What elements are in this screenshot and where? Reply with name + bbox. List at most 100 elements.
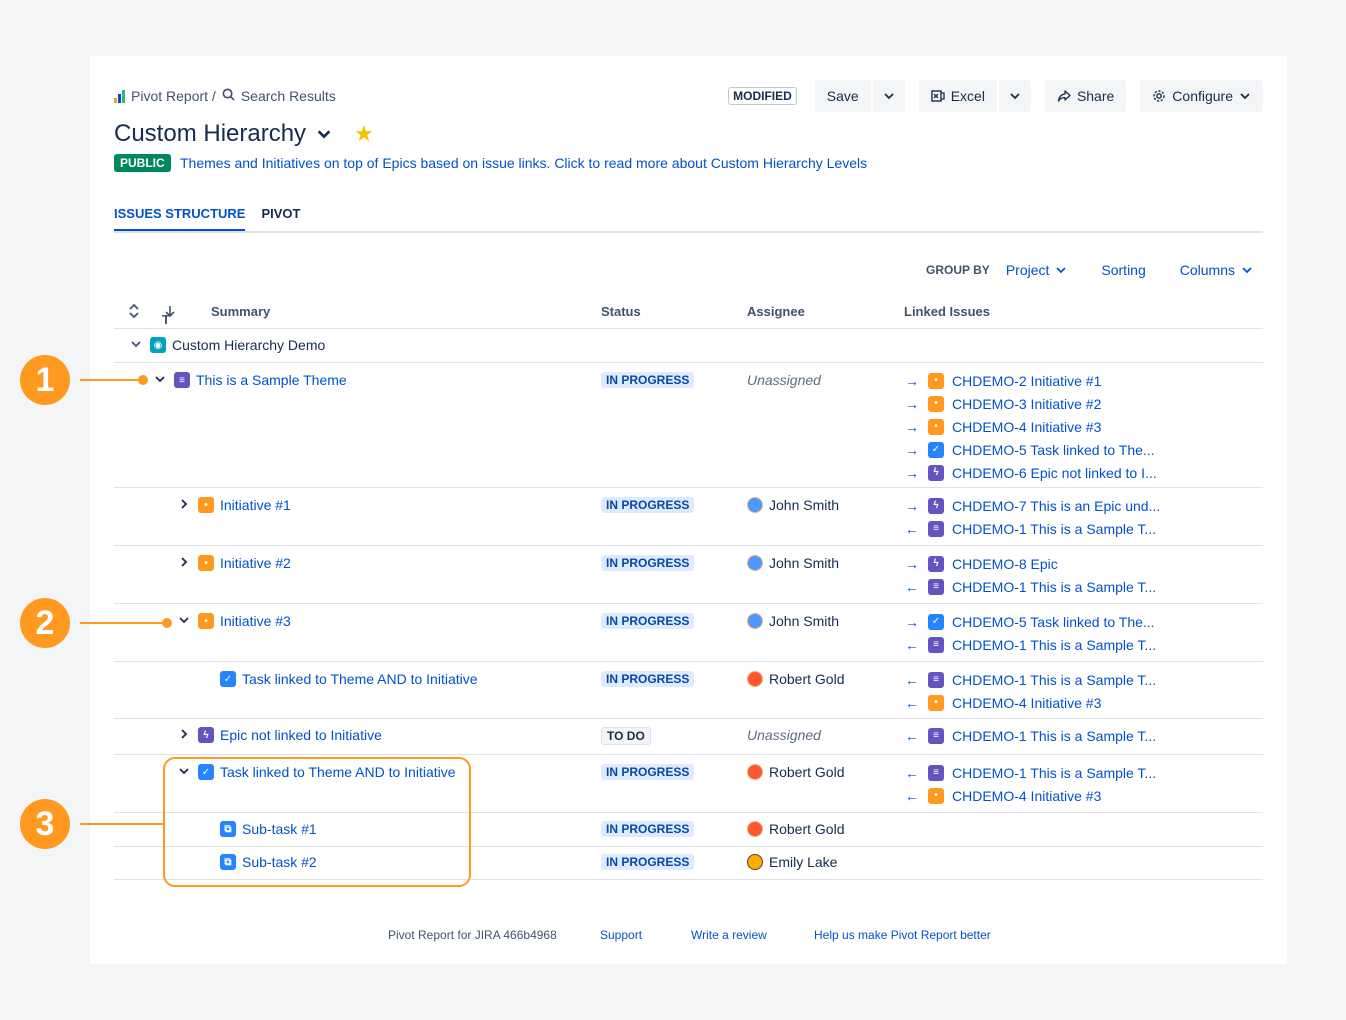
footer-help-link[interactable]: Help us make Pivot Report better bbox=[814, 928, 991, 942]
breadcrumb-search-results[interactable]: Search Results bbox=[241, 88, 336, 104]
inward-arrow-icon: ← bbox=[905, 578, 919, 595]
avatar bbox=[747, 613, 763, 629]
linked-issue-link[interactable]: CHDEMO-6 Epic not linked to I... bbox=[952, 465, 1157, 481]
column-type[interactable]: T bbox=[162, 304, 176, 327]
toolbar: MODIFIED Save Excel Share Configure bbox=[728, 80, 1263, 112]
chevron-down-icon[interactable] bbox=[176, 613, 192, 629]
group-by-project-dropdown[interactable]: Project bbox=[1006, 262, 1068, 278]
excel-options-button[interactable] bbox=[998, 80, 1031, 112]
inward-arrow-icon: ← bbox=[905, 787, 919, 804]
avatar bbox=[747, 854, 763, 870]
linked-issue-link[interactable]: CHDEMO-5 Task linked to The... bbox=[952, 442, 1155, 458]
outward-arrow-icon: → bbox=[905, 613, 919, 630]
excel-label: Excel bbox=[950, 88, 985, 104]
issue-summary-link[interactable]: Epic not linked to Initiative bbox=[220, 727, 382, 743]
table-row: • Initiative #2 IN PROGRESS John Smith →… bbox=[114, 546, 1263, 604]
linked-issue-link[interactable]: CHDEMO-4 Initiative #3 bbox=[952, 695, 1101, 711]
chevron-down-icon[interactable] bbox=[316, 126, 332, 142]
linked-issue-link[interactable]: CHDEMO-5 Task linked to The... bbox=[952, 614, 1155, 630]
configure-button[interactable]: Configure bbox=[1140, 80, 1263, 112]
callout-2: 2 bbox=[20, 598, 70, 648]
status-badge: IN PROGRESS bbox=[601, 764, 695, 780]
linked-issue-link[interactable]: CHDEMO-2 Initiative #1 bbox=[952, 373, 1101, 389]
assignee-name: John Smith bbox=[769, 613, 840, 629]
save-button[interactable]: Save bbox=[814, 80, 871, 112]
table-row: ϟ Epic not linked to Initiative TO DO Un… bbox=[114, 719, 1263, 755]
theme-icon: ≡ bbox=[928, 764, 944, 781]
linked-issue-link[interactable]: CHDEMO-1 This is a Sample T... bbox=[952, 521, 1156, 537]
linked-issue-link[interactable]: CHDEMO-3 Initiative #2 bbox=[952, 396, 1101, 412]
project-row[interactable]: ◉ Custom Hierarchy Demo bbox=[114, 329, 1263, 363]
callout-3-highlight-box bbox=[163, 757, 471, 887]
callout-1-line bbox=[80, 379, 140, 381]
initiative-icon: • bbox=[928, 787, 944, 804]
linked-issue-link[interactable]: CHDEMO-1 This is a Sample T... bbox=[952, 672, 1156, 688]
tab-pivot[interactable]: PIVOT bbox=[261, 206, 300, 232]
issue-summary-link[interactable]: Initiative #3 bbox=[220, 613, 291, 629]
initiative-icon: • bbox=[198, 497, 214, 513]
description-link[interactable]: Themes and Initiatives on top of Epics b… bbox=[180, 155, 867, 171]
column-linked-issues[interactable]: Linked Issues bbox=[904, 304, 990, 319]
page-title: Custom Hierarchy bbox=[114, 120, 307, 147]
callout-2-line bbox=[80, 622, 164, 624]
assignee-name: Robert Gold bbox=[769, 671, 845, 687]
issue-summary-link[interactable]: Initiative #2 bbox=[220, 555, 291, 571]
column-status[interactable]: Status bbox=[601, 304, 641, 319]
outward-arrow-icon: → bbox=[905, 418, 919, 435]
columns-label: Columns bbox=[1179, 262, 1235, 278]
status-badge: IN PROGRESS bbox=[601, 555, 695, 571]
chevron-down-icon[interactable] bbox=[152, 372, 168, 388]
task-icon: ✓ bbox=[928, 441, 944, 458]
linked-issue-link[interactable]: CHDEMO-8 Epic bbox=[952, 556, 1058, 572]
linked-issue-link[interactable]: CHDEMO-4 Initiative #3 bbox=[952, 788, 1101, 804]
excel-icon bbox=[931, 90, 945, 102]
epic-icon: ϟ bbox=[928, 497, 944, 514]
linked-issue-link[interactable]: CHDEMO-1 This is a Sample T... bbox=[952, 579, 1156, 595]
breadcrumb-pivot-report[interactable]: Pivot Report / bbox=[131, 88, 216, 104]
callout-2-dot bbox=[162, 618, 172, 628]
modified-badge: MODIFIED bbox=[728, 87, 797, 105]
table-row: • Initiative #1 IN PROGRESS John Smith →… bbox=[114, 488, 1263, 546]
save-options-button[interactable] bbox=[872, 80, 905, 112]
footer-review-link[interactable]: Write a review bbox=[691, 928, 767, 942]
issue-summary-link[interactable]: Task linked to Theme AND to Initiative bbox=[242, 671, 478, 687]
group-by-label: GROUP BY bbox=[926, 263, 990, 277]
footer-support-link[interactable]: Support bbox=[600, 928, 642, 942]
initiative-icon: • bbox=[198, 613, 214, 629]
star-icon[interactable]: ★ bbox=[354, 121, 374, 147]
column-type-label: T bbox=[162, 312, 170, 327]
linked-issue-link[interactable]: CHDEMO-4 Initiative #3 bbox=[952, 419, 1101, 435]
columns-dropdown[interactable]: Columns bbox=[1180, 262, 1253, 278]
chevron-down-icon bbox=[1056, 267, 1067, 274]
callout-3-line bbox=[80, 823, 164, 825]
issue-summary-link[interactable]: This is a Sample Theme bbox=[196, 372, 347, 388]
linked-issue-link[interactable]: CHDEMO-1 This is a Sample T... bbox=[952, 765, 1156, 781]
chevron-right-icon[interactable] bbox=[176, 555, 192, 571]
excel-button[interactable]: Excel bbox=[918, 80, 997, 112]
inward-arrow-icon: ← bbox=[905, 764, 919, 781]
chevron-right-icon[interactable] bbox=[176, 497, 192, 513]
expand-collapse-all-icon[interactable] bbox=[128, 303, 140, 322]
public-badge: PUBLIC bbox=[114, 154, 171, 172]
status-badge: IN PROGRESS bbox=[601, 372, 695, 388]
table-controls: GROUP BY Project Sorting Columns bbox=[926, 262, 1253, 278]
linked-issue-link[interactable]: CHDEMO-1 This is a Sample T... bbox=[952, 728, 1156, 744]
inward-arrow-icon: ← bbox=[905, 694, 919, 711]
column-summary[interactable]: Summary bbox=[211, 304, 270, 319]
avatar bbox=[747, 497, 763, 513]
linked-issue-link[interactable]: CHDEMO-1 This is a Sample T... bbox=[952, 637, 1156, 653]
table-row: • Initiative #3 IN PROGRESS John Smith →… bbox=[114, 604, 1263, 662]
theme-icon: ≡ bbox=[928, 671, 944, 688]
chevron-right-icon[interactable] bbox=[176, 727, 192, 743]
share-button[interactable]: Share bbox=[1044, 80, 1127, 112]
issue-summary-link[interactable]: Initiative #1 bbox=[220, 497, 291, 513]
column-assignee[interactable]: Assignee bbox=[747, 304, 805, 319]
sorting-link[interactable]: Sorting bbox=[1101, 262, 1145, 278]
inward-arrow-icon: ← bbox=[905, 636, 919, 653]
outward-arrow-icon: → bbox=[905, 464, 919, 481]
assignee-name: Robert Gold bbox=[769, 764, 845, 780]
linked-issue-link[interactable]: CHDEMO-7 This is an Epic und... bbox=[952, 498, 1160, 514]
tab-issues-structure[interactable]: ISSUES STRUCTURE bbox=[114, 206, 246, 232]
chevron-down-icon[interactable] bbox=[128, 337, 144, 353]
share-label: Share bbox=[1076, 88, 1115, 104]
